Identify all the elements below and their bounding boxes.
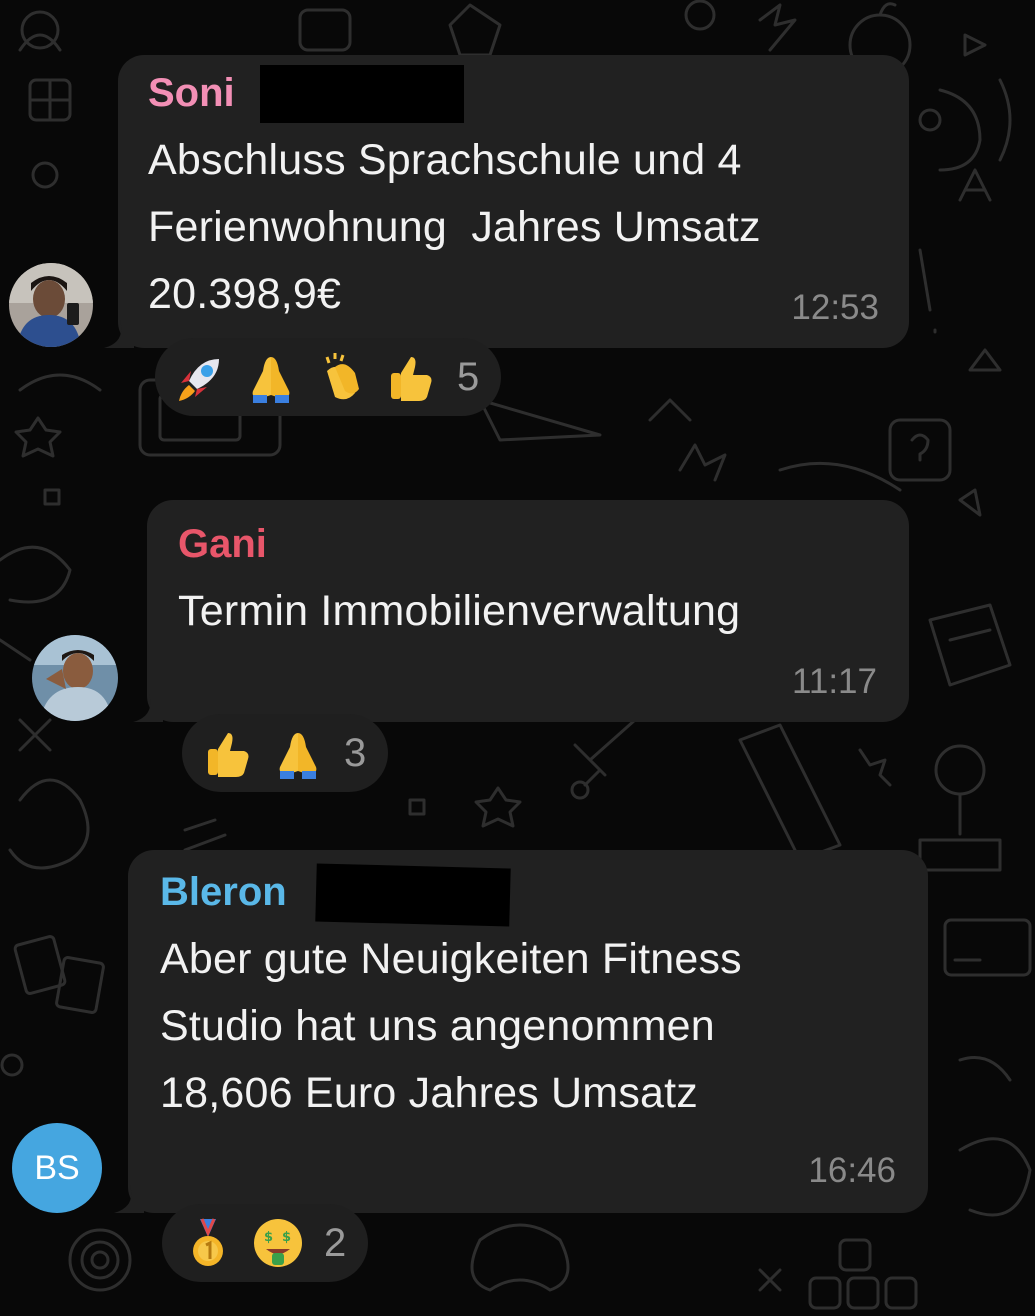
sender-avatar[interactable] [9, 263, 93, 347]
thumbs-up-emoji[interactable] [383, 349, 439, 405]
bubble-tail [104, 320, 134, 348]
message-timestamp: 12:53 [791, 288, 879, 327]
sender-avatar[interactable] [32, 635, 118, 721]
svg-text:$: $ [282, 1230, 291, 1245]
bubble-tail [133, 694, 163, 722]
redacted-block [315, 863, 511, 927]
message-text: Aber gute Neuigkeiten Fitness Studio hat… [160, 935, 742, 1117]
sender-name[interactable]: Soni [148, 71, 235, 116]
reactions-bar[interactable]: 3 [182, 714, 389, 792]
reaction-count: 5 [457, 354, 480, 399]
svg-text:$: $ [264, 1230, 273, 1245]
sender-avatar[interactable]: BS [12, 1123, 102, 1213]
sender-name[interactable]: Gani [178, 522, 267, 567]
reactions-bar[interactable]: 5 [155, 338, 502, 416]
message-text: Abschluss Sprachschule und 4 Ferienwohnu… [148, 136, 761, 318]
avatar-photo-icon [32, 635, 118, 721]
avatar-initials: BS [34, 1148, 80, 1187]
thumbs-up-emoji[interactable] [200, 725, 256, 781]
money-mouth-face-emoji[interactable]: $ $ [250, 1215, 306, 1271]
reaction-count: 2 [324, 1220, 347, 1265]
message-bubble[interactable]: Soni Abschluss Sprachschule und 4 Ferien… [104, 55, 909, 348]
folded-hands-emoji[interactable] [243, 349, 299, 405]
clapping-hands-emoji[interactable] [313, 349, 369, 405]
message-text: Termin Immobilienverwaltung [178, 587, 741, 635]
message-timestamp: 16:46 [808, 1151, 896, 1190]
rocket-emoji[interactable] [173, 349, 229, 405]
avatar-photo-icon [9, 263, 93, 347]
message-bubble[interactable]: Bleron Aber gute Neuigkeiten Fitness Stu… [114, 850, 928, 1213]
reaction-count: 3 [344, 730, 367, 775]
sender-name[interactable]: Bleron [160, 870, 287, 915]
reactions-bar[interactable]: $ $ 2 [162, 1204, 369, 1282]
folded-hands-emoji[interactable] [270, 725, 326, 781]
message-timestamp: 11:17 [792, 662, 877, 701]
first-place-medal-emoji[interactable] [180, 1215, 236, 1271]
redacted-block [260, 65, 464, 123]
message-bubble[interactable]: Gani Termin Immobilienverwaltung 11:17 [133, 500, 909, 722]
bubble-tail [114, 1185, 144, 1213]
